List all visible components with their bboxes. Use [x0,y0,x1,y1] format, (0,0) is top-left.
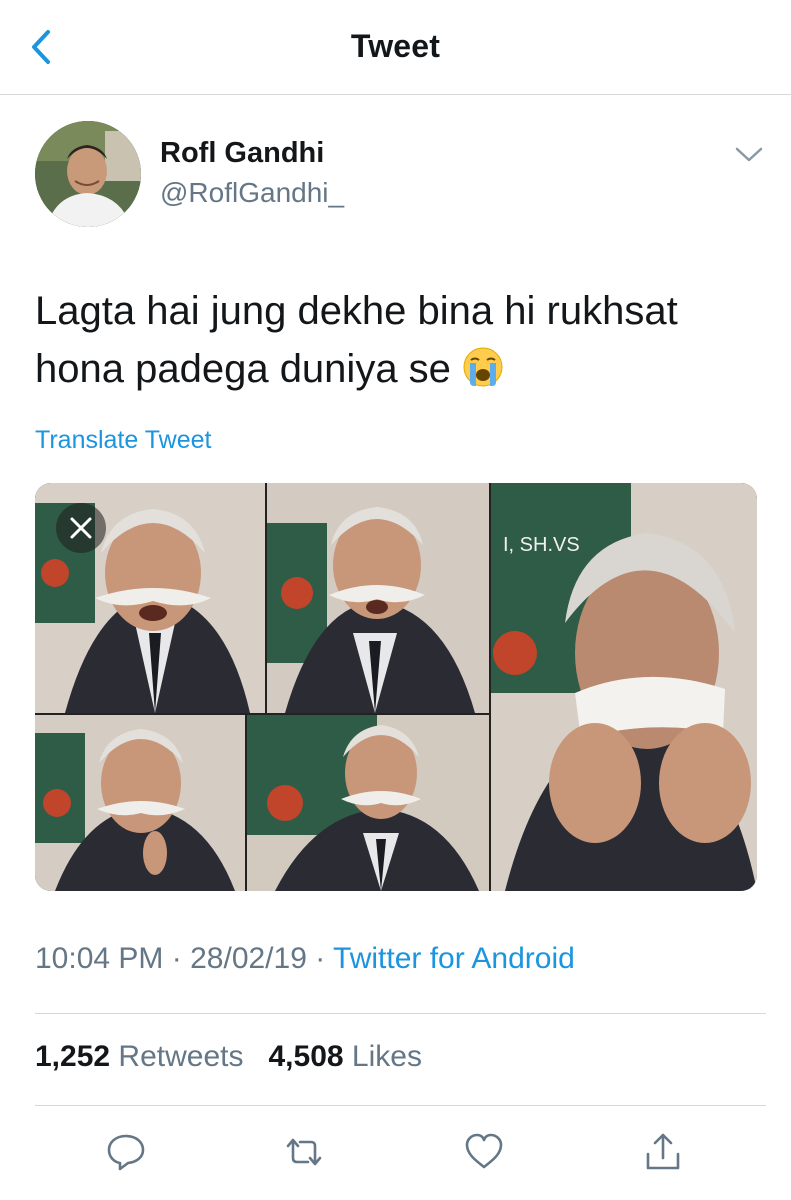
avatar[interactable] [35,121,141,227]
retweets-stat[interactable]: 1,252 Retweets [35,1040,252,1073]
share-button[interactable] [641,1130,685,1174]
chevron-down-icon [735,147,763,162]
media-caption-text: I, SH.VS [503,534,580,556]
tweet-text-line-1: Lagta hai jung dekhe bina hi rukhsat [35,289,678,333]
reply-button[interactable] [104,1130,148,1174]
likes-count: 4,508 [268,1040,344,1073]
retweet-icon [286,1138,322,1166]
crying-face-icon [462,346,504,404]
tweet-time: 10:04 PM [35,942,164,975]
author-handle[interactable]: @RoflGandhi_ [160,177,344,209]
likes-label: Likes [351,1040,422,1073]
reply-icon [107,1134,145,1171]
media-panel-5 [247,715,489,891]
tweet-source-link[interactable]: Twitter for Android [333,942,575,975]
author-name[interactable]: Rofl Gandhi [160,137,324,170]
avatar-image [35,121,141,227]
likes-stat[interactable]: 4,508 Likes [269,1040,422,1073]
page-title: Tweet [350,28,441,64]
tweet-header: Rofl Gandhi @RoflGandhi_ [0,95,791,245]
tweet-date: 28/02/19 [190,942,307,975]
media-panel-3: I, SH.VS [491,483,757,891]
more-options-button[interactable] [732,143,766,167]
close-media-button[interactable] [56,503,106,553]
retweets-label: Retweets [118,1040,244,1073]
tweet-stats: 1,252 Retweets 4,508 Likes [35,1040,422,1074]
tweet-text: Lagta hai jung dekhe bina hi rukhsat hon… [35,282,755,404]
media-panel-4 [35,715,245,891]
media-panel-2 [267,483,489,713]
divider [35,1013,766,1014]
meta-separator: · [171,942,182,975]
like-button[interactable] [462,1130,506,1174]
divider [35,1105,766,1106]
nav-bar: Tweet [0,0,791,95]
meta-separator: · [315,942,326,975]
close-icon [70,517,92,539]
retweet-button[interactable] [282,1130,326,1174]
share-icon [646,1133,680,1170]
media-collage: I, SH.VS [35,483,757,891]
retweets-count: 1,252 [35,1040,111,1073]
tweet-media[interactable]: I, SH.VS [35,483,757,891]
translate-tweet-link[interactable]: Translate Tweet [35,426,211,455]
like-icon [465,1133,503,1169]
tweet-text-line-2: hona padega duniya se [35,347,451,391]
tweet-meta: 10:04 PM · 28/02/19 · Twitter for Androi… [35,942,575,976]
